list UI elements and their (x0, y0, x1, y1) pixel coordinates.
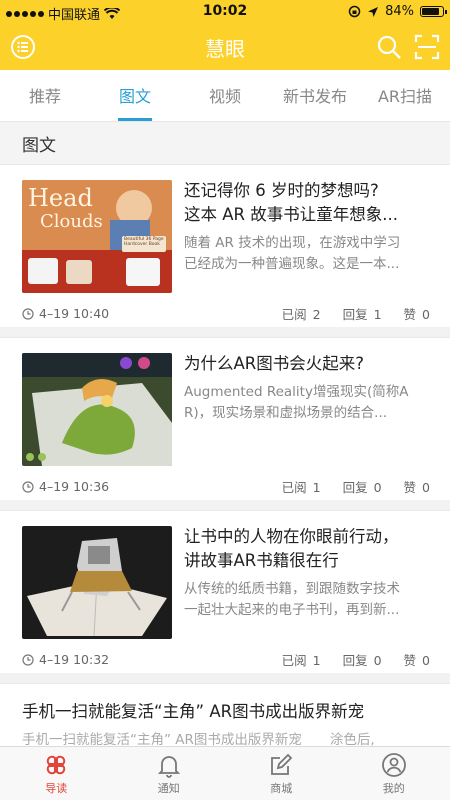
article-summary-line: 随着 AR 技术的出现，在游戏中学习 (184, 235, 401, 251)
article-card[interactable]: 让书中的人物在你眼前行动， 讲故事AR书籍很在行 从传统的纸质书籍，到跟随数字技… (0, 510, 450, 673)
article-date: 4–19 10:40 (22, 306, 109, 321)
nav-profile[interactable]: 我的 (338, 747, 450, 800)
like-count: 赞0 (403, 480, 430, 495)
nav-label: 商城 (270, 782, 293, 795)
article-summary-line: 从传统的纸质书籍，到跟随数字技术 (184, 581, 400, 597)
article-summary-line: Augmented Reality增强现实(简称A (184, 384, 409, 400)
article-summary: 手机一扫就能复活“主角” AR图书成出版界新宠 涂色后, (22, 732, 375, 748)
bell-icon (157, 756, 180, 778)
user-icon (381, 753, 406, 777)
reply-count: 回复 1 (342, 307, 382, 322)
article-meta: 4–19 10:36 已阅 1 回复 0 赞0 (22, 477, 430, 496)
thumb-head-text: Head (28, 184, 93, 212)
article-card[interactable]: 为什么AR图书会火起来? Augmented Reality增强现实(简称A R… (0, 337, 450, 500)
read-count: 已阅 2 (281, 307, 321, 322)
article-summary: Augmented Reality增强现实(简称A R)，现实场景和虚拟场景的结… (184, 382, 434, 424)
category-tabs: 推荐 图文 视频 新书发布 AR扫描 (0, 70, 450, 122)
article-stats: 已阅 1 回复 0 赞0 (282, 477, 430, 496)
edit-icon (271, 753, 293, 775)
thumb-clouds-text: Clouds (40, 211, 103, 232)
bottom-nav: 导读 通知 商城 我的 (0, 746, 450, 800)
like-count: 赞0 (403, 307, 430, 322)
rotation-lock-icon (348, 5, 361, 18)
article-stats: 已阅 1 回复 0 赞0 (282, 650, 430, 669)
battery-icon (420, 6, 447, 17)
article-title-line: 这本 AR 故事书让童年想象... (184, 205, 398, 224)
reply-count: 回复 0 (342, 653, 382, 668)
search-icon[interactable] (376, 34, 402, 60)
article-summary-line: 已经成为一种普遍现象。这是一本... (184, 256, 400, 272)
tab-videos[interactable]: 视频 (180, 70, 270, 121)
article-title: 让书中的人物在你眼前行动， 讲故事AR书籍很在行 (184, 525, 434, 573)
app-header: 慧眼 (0, 24, 450, 70)
date-text: 4–19 10:40 (39, 306, 110, 321)
article-feed: Head Clouds Beautiful 36 Page Hardcover … (0, 164, 450, 763)
tab-new-books[interactable]: 新书发布 (270, 70, 360, 121)
article-summary-line: R)，现实场景和虚拟场景的结合... (184, 405, 388, 421)
article-summary: 从传统的纸质书籍，到跟随数字技术 一起壮大起来的电子书刊，再到新... (184, 579, 434, 621)
nav-notifications[interactable]: 通知 (113, 747, 226, 800)
clock-icon (22, 653, 34, 666)
tab-articles[interactable]: 图文 (90, 70, 180, 121)
date-text: 4–19 10:36 (39, 479, 110, 494)
nav-label: 导读 (45, 782, 68, 795)
article-meta: 4–19 10:40 已阅 2 回复 1 赞0 (22, 304, 430, 323)
nav-label: 我的 (382, 782, 405, 795)
date-text: 4–19 10:32 (39, 652, 110, 667)
article-meta: 4–19 10:32 已阅 1 回复 0 赞0 (22, 650, 430, 669)
article-title: 还记得你 6 岁时的梦想吗? 这本 AR 故事书让童年想象... (184, 179, 434, 227)
clock-icon (22, 480, 34, 493)
article-thumbnail: Head Clouds Beautiful 36 Page Hardcover … (22, 180, 172, 293)
article-date: 4–19 10:36 (22, 479, 109, 494)
article-title: 手机一扫就能复活“主角” AR图书成出版界新宠 (22, 702, 365, 721)
reply-count: 回复 0 (342, 480, 382, 495)
nav-label: 通知 (157, 782, 180, 795)
section-title: 图文 (0, 122, 450, 164)
article-title-line: 为什么AR图书会火起来? (184, 354, 365, 373)
article-summary-line: 一起壮大起来的电子书刊，再到新... (184, 602, 400, 618)
article-stats: 已阅 2 回复 1 赞0 (282, 304, 430, 323)
tab-recommend[interactable]: 推荐 (0, 70, 90, 121)
like-count: 赞0 (403, 653, 430, 668)
status-bar: 中国联通 10:02 84% (0, 0, 450, 24)
article-thumbnail (22, 526, 172, 639)
nav-guide[interactable]: 导读 (0, 747, 113, 800)
tab-ar-scan[interactable]: AR扫描 (360, 70, 450, 121)
battery-percent: 84% (385, 4, 414, 19)
article-thumbnail (22, 353, 172, 466)
location-icon (368, 6, 379, 17)
article-card[interactable]: Head Clouds Beautiful 36 Page Hardcover … (0, 164, 450, 327)
read-count: 已阅 1 (281, 480, 321, 495)
nav-shop[interactable]: 商城 (225, 747, 338, 800)
article-title-line: 讲故事AR书籍很在行 (184, 551, 339, 570)
article-title: 为什么AR图书会火起来? (184, 352, 434, 376)
read-count: 已阅 1 (281, 653, 321, 668)
article-summary: 随着 AR 技术的出现，在游戏中学习 已经成为一种普遍现象。这是一本... (184, 233, 434, 275)
guide-icon (47, 755, 66, 775)
article-date: 4–19 10:32 (22, 652, 109, 667)
scan-icon[interactable] (414, 34, 440, 60)
clock-icon (22, 307, 34, 320)
article-title-line: 让书中的人物在你眼前行动， (184, 527, 399, 546)
article-title-line: 还记得你 6 岁时的梦想吗? (184, 181, 379, 200)
thumb-badge-text: Beautiful 36 Page Hardcover Book (124, 237, 164, 247)
